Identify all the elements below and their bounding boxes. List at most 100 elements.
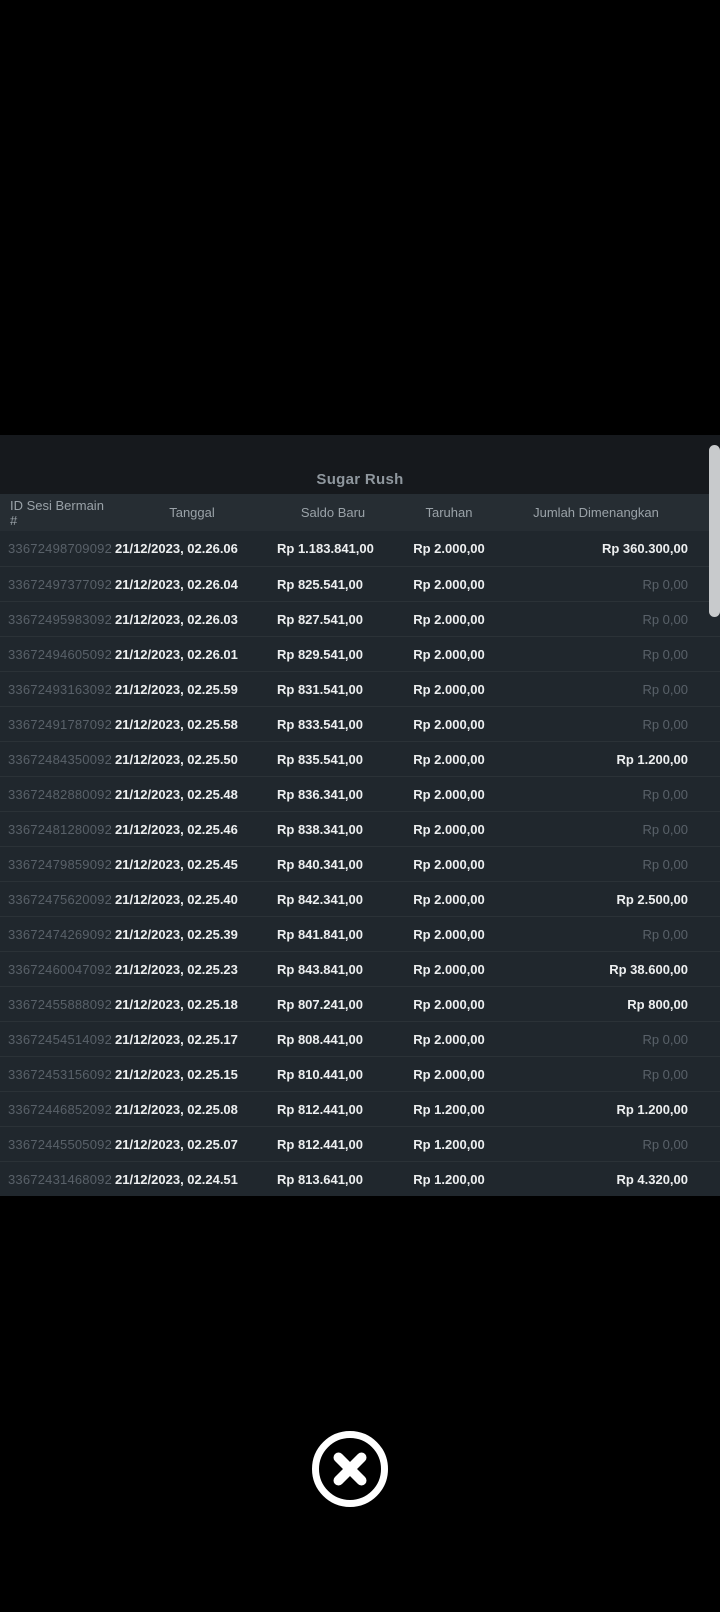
balance-cell: Rp 831.541,00: [277, 681, 364, 697]
game-history-modal: Sugar Rush ID Sesi Bermain # Tanggal Sal…: [0, 435, 720, 1196]
win-cell: Rp 0,00: [642, 1136, 688, 1152]
game-title: Sugar Rush: [316, 471, 404, 488]
table-row: 33672431468092 21/12/2023, 02.24.51 Rp 8…: [0, 1161, 720, 1196]
balance-cell: Rp 810.441,00: [277, 1066, 364, 1082]
session-id-cell: 33672491787092: [8, 716, 113, 732]
table-row: 33672481280092 21/12/2023, 02.25.46 Rp 8…: [0, 811, 720, 846]
win-cell: Rp 0,00: [642, 576, 688, 592]
date-cell: 21/12/2023, 02.25.08: [115, 1101, 238, 1117]
date-cell: 21/12/2023, 02.25.45: [115, 856, 238, 872]
session-id-cell: 33672482880092: [8, 786, 113, 802]
date-cell: 21/12/2023, 02.25.50: [115, 751, 238, 767]
table-row: 33672445505092 21/12/2023, 02.25.07 Rp 8…: [0, 1126, 720, 1161]
balance-cell: Rp 808.441,00: [277, 1031, 364, 1047]
session-id-cell: 33672479859092: [8, 856, 113, 872]
bet-cell: Rp 1.200,00: [413, 1101, 485, 1117]
win-cell: Rp 0,00: [642, 1031, 688, 1047]
session-id-cell: 33672495983092: [8, 611, 113, 627]
balance-cell: Rp 841.841,00: [277, 926, 364, 942]
header-bet: Taruhan: [425, 505, 473, 520]
win-cell: Rp 0,00: [642, 646, 688, 662]
table-row: 33672446852092 21/12/2023, 02.25.08 Rp 8…: [0, 1091, 720, 1126]
close-button[interactable]: [311, 1430, 389, 1508]
bet-cell: Rp 2.000,00: [413, 646, 485, 662]
win-cell: Rp 0,00: [642, 856, 688, 872]
bet-cell: Rp 2.000,00: [413, 611, 485, 627]
win-cell: Rp 0,00: [642, 786, 688, 802]
table-row: 33672479859092 21/12/2023, 02.25.45 Rp 8…: [0, 846, 720, 881]
win-cell: Rp 1.200,00: [616, 1101, 688, 1117]
date-cell: 21/12/2023, 02.25.46: [115, 821, 238, 837]
date-cell: 21/12/2023, 02.26.04: [115, 576, 238, 592]
balance-cell: Rp 833.541,00: [277, 716, 364, 732]
win-cell: Rp 0,00: [642, 926, 688, 942]
header-new-balance: Saldo Baru: [300, 505, 366, 520]
balance-cell: Rp 812.441,00: [277, 1101, 364, 1117]
modal-titlebar: Sugar Rush: [0, 435, 720, 494]
win-cell: Rp 0,00: [642, 681, 688, 697]
session-id-cell: 33672431468092: [8, 1171, 113, 1187]
bet-cell: Rp 2.000,00: [413, 1031, 485, 1047]
session-id-cell: 33672494605092: [8, 646, 113, 662]
table-row: 33672482880092 21/12/2023, 02.25.48 Rp 8…: [0, 776, 720, 811]
balance-cell: Rp 812.441,00: [277, 1136, 364, 1152]
balance-cell: Rp 842.341,00: [277, 891, 364, 907]
session-id-cell: 33672475620092: [8, 891, 113, 907]
header-date: Tanggal: [169, 505, 215, 520]
table-row: 33672491787092 21/12/2023, 02.25.58 Rp 8…: [0, 706, 720, 741]
date-cell: 21/12/2023, 02.26.06: [115, 541, 238, 556]
session-id-cell: 33672455888092: [8, 996, 113, 1012]
history-table-body: 33672498709092 21/12/2023, 02.26.06 Rp 1…: [0, 531, 720, 1196]
bet-cell: Rp 2.000,00: [413, 716, 485, 732]
win-cell: Rp 0,00: [642, 1066, 688, 1082]
bet-cell: Rp 2.000,00: [413, 821, 485, 837]
bet-cell: Rp 2.000,00: [413, 786, 485, 802]
balance-cell: Rp 843.841,00: [277, 961, 364, 977]
table-row: 33672454514092 21/12/2023, 02.25.17 Rp 8…: [0, 1021, 720, 1056]
table-row: 33672453156092 21/12/2023, 02.25.15 Rp 8…: [0, 1056, 720, 1091]
session-id-cell: 33672484350092: [8, 751, 113, 767]
win-cell: Rp 0,00: [642, 821, 688, 837]
session-id-cell: 33672498709092: [8, 541, 113, 556]
date-cell: 21/12/2023, 02.25.40: [115, 891, 238, 907]
win-cell: Rp 2.500,00: [616, 891, 688, 907]
date-cell: 21/12/2023, 02.25.48: [115, 786, 238, 802]
date-cell: 21/12/2023, 02.24.51: [115, 1171, 238, 1187]
header-amount-won: Jumlah Dimenangkan: [533, 505, 659, 520]
bet-cell: Rp 2.000,00: [413, 996, 485, 1012]
date-cell: 21/12/2023, 02.25.59: [115, 681, 238, 697]
win-cell: Rp 1.200,00: [616, 751, 688, 767]
balance-cell: Rp 835.541,00: [277, 751, 364, 767]
session-id-cell: 33672454514092: [8, 1031, 113, 1047]
session-id-cell: 33672497377092: [8, 576, 113, 592]
bet-cell: Rp 2.000,00: [413, 1066, 485, 1082]
bet-cell: Rp 2.000,00: [413, 926, 485, 942]
win-cell: Rp 38.600,00: [609, 961, 688, 977]
table-row: 33672494605092 21/12/2023, 02.26.01 Rp 8…: [0, 636, 720, 671]
date-cell: 21/12/2023, 02.26.01: [115, 646, 238, 662]
win-cell: Rp 0,00: [642, 716, 688, 732]
table-row: 33672460047092 21/12/2023, 02.25.23 Rp 8…: [0, 951, 720, 986]
balance-cell: Rp 838.341,00: [277, 821, 364, 837]
x-circle-icon: [312, 1431, 388, 1507]
session-id-cell: 33672445505092: [8, 1136, 113, 1152]
balance-cell: Rp 807.241,00: [277, 996, 364, 1012]
screen: { "modal": { "title": "Sugar Rush", "tab…: [0, 0, 720, 1612]
date-cell: 21/12/2023, 02.25.15: [115, 1066, 238, 1082]
bet-cell: Rp 2.000,00: [413, 961, 485, 977]
table-row: 33672474269092 21/12/2023, 02.25.39 Rp 8…: [0, 916, 720, 951]
bet-cell: Rp 1.200,00: [413, 1136, 485, 1152]
date-cell: 21/12/2023, 02.25.39: [115, 926, 238, 942]
table-row: 33672495983092 21/12/2023, 02.26.03 Rp 8…: [0, 601, 720, 636]
scrollbar-thumb[interactable]: [709, 445, 720, 617]
date-cell: 21/12/2023, 02.25.07: [115, 1136, 238, 1152]
bet-cell: Rp 2.000,00: [413, 576, 485, 592]
table-row: 33672493163092 21/12/2023, 02.25.59 Rp 8…: [0, 671, 720, 706]
balance-cell: Rp 827.541,00: [277, 611, 364, 627]
balance-cell: Rp 1.183.841,00: [277, 541, 374, 556]
header-session-id: ID Sesi Bermain #: [10, 497, 104, 528]
bet-cell: Rp 2.000,00: [413, 541, 485, 556]
balance-cell: Rp 840.341,00: [277, 856, 364, 872]
win-cell: Rp 360.300,00: [601, 541, 688, 556]
date-cell: 21/12/2023, 02.25.23: [115, 961, 238, 977]
